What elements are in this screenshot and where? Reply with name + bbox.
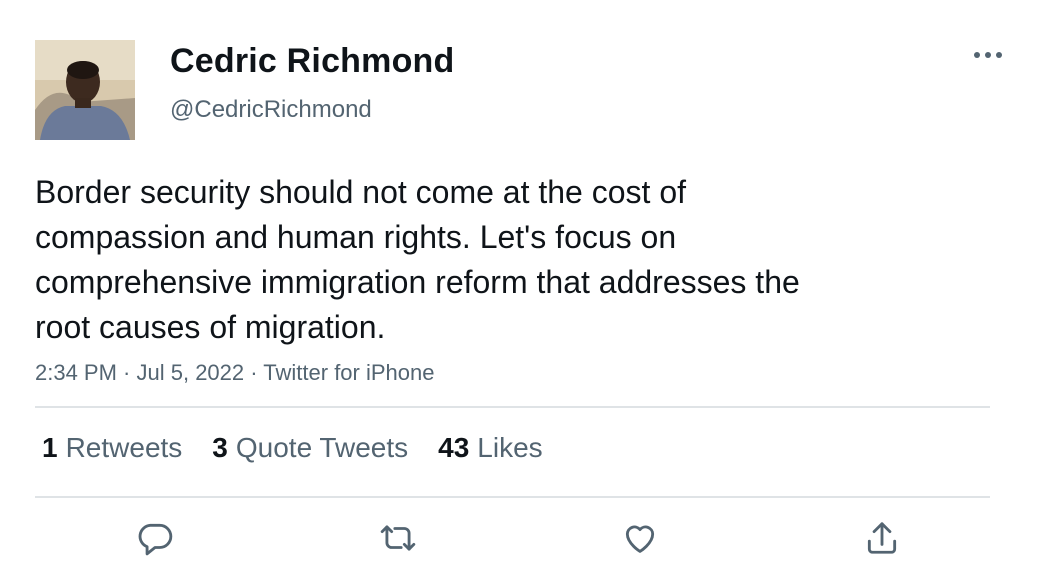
share-button[interactable] xyxy=(862,518,902,558)
quote-tweets-count: 3 xyxy=(212,432,228,463)
retweets-count: 1 xyxy=(42,432,58,463)
more-horizontal-icon xyxy=(974,52,1002,58)
retweet-icon xyxy=(380,525,416,551)
like-button[interactable] xyxy=(620,518,660,558)
quote-tweets-stat[interactable]: 3 Quote Tweets xyxy=(212,432,408,464)
reply-icon xyxy=(138,523,173,556)
heart-icon xyxy=(625,525,655,553)
action-bar xyxy=(0,518,1050,562)
divider xyxy=(35,406,990,408)
likes-count: 43 xyxy=(438,432,470,463)
divider xyxy=(35,496,990,498)
user-handle[interactable]: @CedricRichmond xyxy=(170,96,372,124)
retweets-label: Retweets xyxy=(65,432,183,463)
retweets-stat[interactable]: 1 Retweets xyxy=(42,432,182,464)
tweet-text: Border security should not come at the c… xyxy=(35,174,800,345)
quote-tweets-label: Quote Tweets xyxy=(235,432,409,463)
meta-separator: · xyxy=(244,360,264,385)
engagement-stats: 1 Retweets 3 Quote Tweets 43 Likes xyxy=(42,432,543,464)
tweet-time[interactable]: 2:34 PM xyxy=(35,360,117,385)
share-icon xyxy=(867,522,897,554)
avatar[interactable] xyxy=(35,40,135,140)
display-name[interactable]: Cedric Richmond xyxy=(170,42,454,81)
retweet-button[interactable] xyxy=(378,518,418,558)
reply-button[interactable] xyxy=(135,518,175,558)
likes-label: Likes xyxy=(477,432,543,463)
more-options-button[interactable] xyxy=(968,40,1008,70)
tweet-metadata: 2:34 PM · Jul 5, 2022 · Twitter for iPho… xyxy=(35,360,434,386)
likes-stat[interactable]: 43 Likes xyxy=(438,432,543,464)
tweet-date[interactable]: Jul 5, 2022 xyxy=(137,360,245,385)
meta-separator: · xyxy=(116,360,137,385)
tweet-source[interactable]: Twitter for iPhone xyxy=(263,360,434,385)
